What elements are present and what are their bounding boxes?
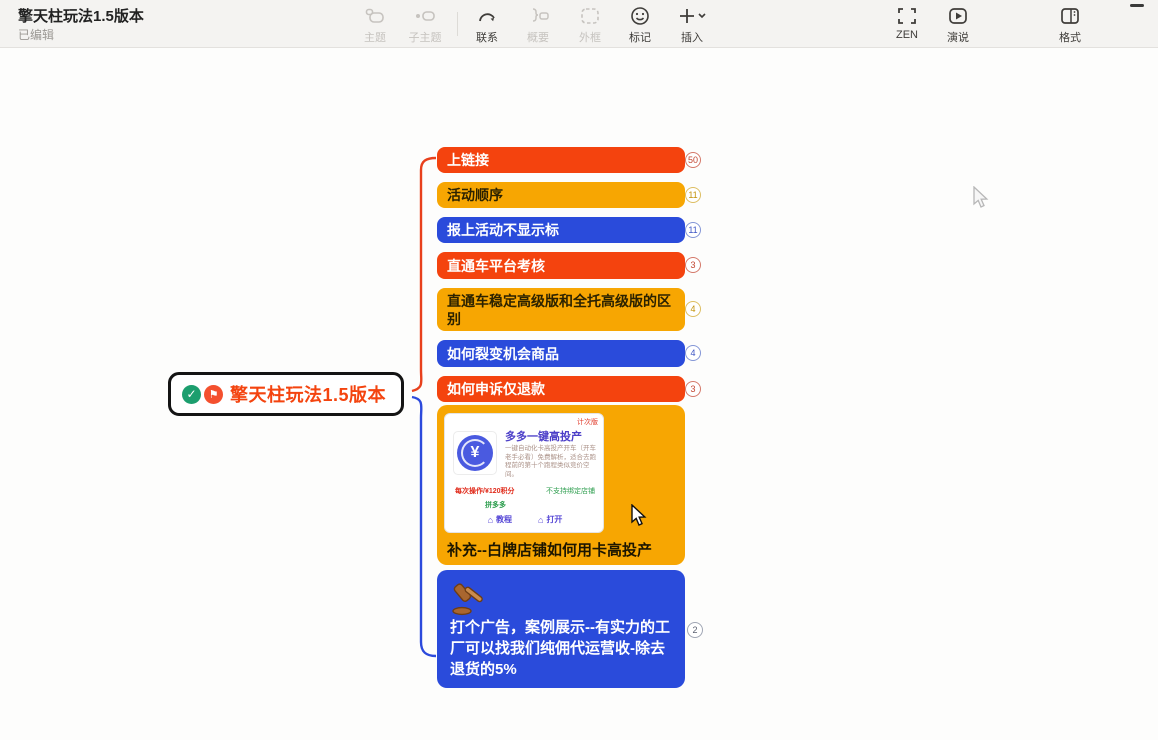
marker-smiley-icon	[628, 4, 652, 28]
subtopic-icon	[413, 4, 437, 28]
open-button: ⌂ 打开	[538, 514, 562, 525]
mouse-cursor	[630, 504, 648, 528]
toolbar-relation-button[interactable]: 联系	[460, 4, 514, 45]
toolbar-boundary-button[interactable]: 外框	[563, 4, 617, 45]
topic-node[interactable]: 直通车稳定高级版和全托高级版的区别	[437, 288, 685, 331]
notes-count-badge: 11	[685, 222, 701, 238]
toolbar-divider	[457, 12, 458, 36]
topic-node[interactable]: 如何申诉仅退款	[437, 376, 685, 402]
plus-icon	[677, 4, 707, 28]
home-icon: ⌂	[538, 515, 543, 525]
toolbar-marker-button[interactable]: 标记	[613, 4, 667, 45]
toolbar-present-button[interactable]: 演说	[931, 4, 985, 45]
root-topic-node[interactable]: ✓ ⚑ 擎天柱玩法1.5版本	[168, 372, 404, 416]
home-icon: ⌂	[488, 515, 493, 525]
topic-node[interactable]: 上链接	[437, 147, 685, 173]
ad-node-label: 打个广告，案例展示--有实力的工厂可以找我们纯佣代运营收-除去退货的5%	[450, 617, 676, 680]
notes-count-badge: 4	[685, 301, 701, 317]
notes-count-badge: 50	[685, 152, 701, 168]
notes-count-badge: 3	[685, 257, 701, 273]
app-card-platform: 拼多多	[485, 500, 506, 510]
notes-count-badge: 3	[685, 381, 701, 397]
app-card-title: 多多一键高投产	[505, 428, 582, 444]
document-title: 擎天柱玩法1.5版本	[18, 5, 144, 26]
topic-node[interactable]: 直通车平台考核	[437, 252, 685, 279]
tutorial-button: ⌂ 教程	[488, 514, 512, 525]
image-node-label: 补充--白牌店铺如何用卡高投产	[447, 539, 652, 560]
topic-node[interactable]: 报上活动不显示标	[437, 217, 685, 243]
topic-node[interactable]: 活动顺序	[437, 182, 685, 208]
app-card-note: 不支持绑定店铺	[546, 486, 595, 496]
card-corner-tag: 计次版	[577, 417, 598, 427]
app-icon-frame: ¥	[453, 431, 497, 475]
check-icon: ✓	[182, 385, 201, 404]
gavel-icon	[450, 582, 490, 616]
app-toolbar: 擎天柱玩法1.5版本 已编辑 主题 子主题 联系 概要	[0, 0, 1158, 48]
window-minimize-button[interactable]	[1130, 4, 1144, 7]
toolbar-format-button[interactable]: 格式	[1043, 4, 1097, 45]
toolbar-subtopic-button[interactable]: 子主题	[398, 4, 452, 45]
app-card-price: 每次操作/¥120积分	[455, 486, 515, 496]
format-panel-icon	[1058, 4, 1082, 28]
yuan-refresh-icon: ¥	[457, 435, 493, 471]
flag-icon: ⚑	[204, 385, 223, 404]
toolbar-zen-button[interactable]: ZEN	[880, 4, 934, 41]
toolbar-summary-button[interactable]: 概要	[511, 4, 565, 45]
mindmap-canvas[interactable]: ✓ ⚑ 擎天柱玩法1.5版本 上链接 50 活动顺序 11 报上活动不显示标 1…	[0, 48, 1158, 740]
document-status: 已编辑	[18, 26, 54, 43]
notes-count-badge: 4	[685, 345, 701, 361]
toolbar-insert-button[interactable]: 插入	[665, 4, 719, 45]
notes-count-badge: 11	[685, 187, 701, 203]
root-topic-label: 擎天柱玩法1.5版本	[230, 381, 386, 407]
zen-brackets-icon	[895, 4, 919, 28]
boundary-icon	[578, 4, 602, 28]
topic-node-ad[interactable]: 打个广告，案例展示--有实力的工厂可以找我们纯佣代运营收-除去退货的5%	[437, 570, 685, 688]
toolbar-topic-button[interactable]: 主题	[348, 4, 402, 45]
relation-icon	[475, 4, 499, 28]
play-icon	[946, 4, 970, 28]
topic-node-with-image[interactable]: 计次版 ¥ 多多一键高投产 一键自动化卡高投产开车（开车老手必看）免费解析，适合…	[437, 405, 685, 565]
embedded-app-card-image: 计次版 ¥ 多多一键高投产 一键自动化卡高投产开车（开车老手必看）免费解析，适合…	[444, 413, 604, 533]
app-card-description: 一键自动化卡高投产开车（开车老手必看）免费解析，适合去跑程前的第十个跑程类似竞价…	[505, 445, 599, 479]
summary-icon	[526, 4, 550, 28]
topic-icon	[363, 4, 387, 28]
topic-node[interactable]: 如何裂变机会商品	[437, 340, 685, 367]
ghost-cursor	[972, 186, 990, 210]
notes-count-badge: 2	[687, 622, 703, 638]
